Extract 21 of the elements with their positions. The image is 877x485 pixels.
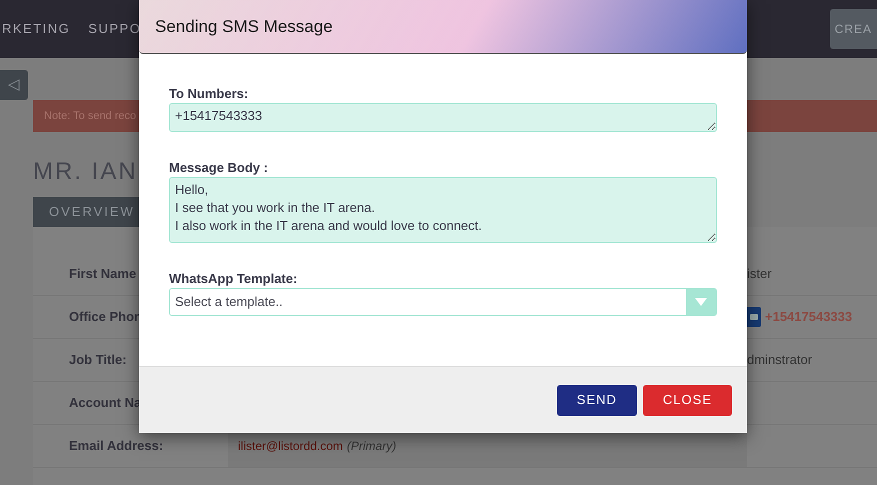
send-button[interactable]: SEND bbox=[556, 384, 637, 416]
email-note: (Primary) bbox=[346, 438, 396, 455]
field-label: Job Title: bbox=[69, 352, 127, 367]
field-label: Message Body : bbox=[169, 159, 269, 177]
field-label: Email Address: bbox=[69, 438, 164, 453]
text-field[interactable]: Hello, I see that you work in the IT arena. I also work in the IT arena and would love to connect. bbox=[169, 177, 717, 243]
field-label: To Numbers: bbox=[169, 85, 250, 103]
contact-name-heading: MR. IAN bbox=[33, 157, 138, 187]
field-value: ister bbox=[747, 265, 772, 284]
field-label: First Name bbox=[69, 266, 136, 281]
back-button[interactable]: ◁ bbox=[0, 70, 28, 100]
field-value: dminstrator bbox=[747, 351, 812, 370]
sms-icon[interactable] bbox=[747, 307, 761, 327]
template-select[interactable]: Select a template.. bbox=[169, 288, 717, 316]
nav-link[interactable]: RKETING bbox=[2, 19, 70, 39]
nav-link[interactable]: SUPPO bbox=[88, 19, 142, 39]
dialog-title: Sending SMS Message bbox=[155, 16, 333, 38]
text-field[interactable]: +15417543333 bbox=[169, 103, 717, 132]
email-link[interactable]: ilister@listordd.com bbox=[238, 437, 343, 455]
field-label: WhatsApp Template: bbox=[169, 270, 298, 288]
close-button[interactable]: CLOSE bbox=[642, 384, 732, 416]
